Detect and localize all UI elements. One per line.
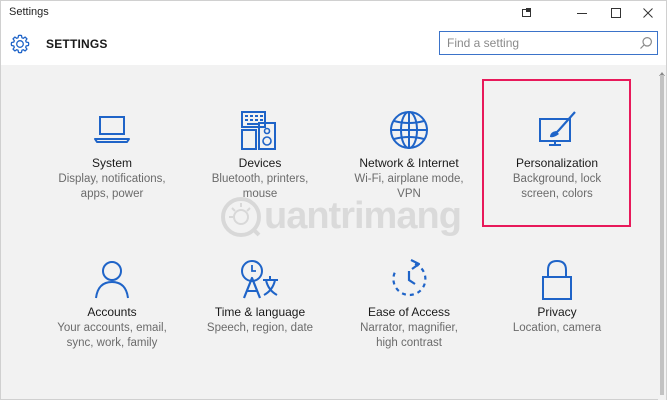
minimize-button[interactable] (564, 1, 600, 25)
maximize-icon (611, 8, 621, 18)
minimize-icon (577, 8, 587, 18)
tile-desc-line: Display, notifications, (58, 173, 166, 185)
tile-title: Network & Internet (359, 156, 459, 170)
tile-description: Wi-Fi, airplane mode, VPN (334, 172, 484, 202)
window-title: Settings (9, 6, 49, 18)
person-icon (90, 258, 134, 302)
title-bar[interactable]: Settings (1, 1, 666, 25)
tile-desc-line: Speech, region, date (206, 322, 314, 334)
tile-description: Display, notifications, apps, power (37, 172, 187, 202)
tile-desc-line: apps, power (80, 188, 144, 200)
tile-devices[interactable]: Devices Bluetooth, printers, mouse (185, 109, 335, 249)
tile-description: Your accounts, email, sync, work, family (37, 321, 187, 351)
lock-icon (535, 258, 579, 302)
tile-ease-of-access[interactable]: Ease of Access Narrator, magnifier, high… (334, 258, 484, 398)
tile-network-internet[interactable]: Network & Internet Wi-Fi, airplane mode,… (334, 109, 484, 249)
globe-icon (387, 109, 431, 153)
ease-of-access-icon (387, 258, 431, 302)
tile-title: Accounts (87, 305, 137, 319)
tile-accounts[interactable]: Accounts Your accounts, email, sync, wor… (37, 258, 187, 398)
tile-title: System (91, 156, 132, 170)
tile-desc-line: Your accounts, email, (57, 322, 167, 334)
tile-privacy[interactable]: Privacy Location, camera (482, 258, 632, 398)
tile-title: Ease of Access (367, 305, 451, 319)
app-header: SETTINGS (1, 25, 666, 65)
devices-icon (238, 109, 282, 153)
tile-title: Time & language (214, 305, 306, 319)
tile-system[interactable]: System Display, notifications, apps, pow… (37, 109, 187, 249)
tile-desc-line: Bluetooth, printers, (211, 173, 309, 185)
snap-icon (521, 7, 533, 19)
tile-description: Location, camera (482, 321, 632, 336)
tile-desc-line: Narrator, magnifier, (360, 322, 458, 334)
tile-description: Speech, region, date (185, 321, 335, 336)
tile-desc-line: Wi-Fi, airplane mode, (354, 173, 464, 185)
gear-icon (9, 33, 31, 55)
close-button[interactable] (630, 1, 666, 25)
search-icon[interactable] (639, 36, 653, 55)
scrollbar[interactable] (658, 65, 666, 400)
tile-time-language[interactable]: Time & language Speech, region, date (185, 258, 335, 398)
tile-description: Bluetooth, printers, mouse (185, 172, 335, 202)
tablet-mode-button[interactable] (509, 1, 545, 25)
scroll-up-icon[interactable] (658, 65, 666, 76)
search-box[interactable] (439, 31, 658, 55)
tile-desc-line: mouse (242, 188, 278, 200)
tile-title: Privacy (537, 305, 577, 319)
close-icon (643, 8, 653, 18)
maximize-button[interactable] (598, 1, 634, 25)
tile-description: Narrator, magnifier, high contrast (334, 321, 484, 351)
page-title: SETTINGS (46, 37, 108, 51)
tile-desc-line: sync, work, family (66, 337, 158, 349)
search-input[interactable] (440, 32, 630, 54)
time-language-icon (238, 258, 282, 302)
tile-title: Devices (238, 156, 282, 170)
tile-desc-line: Location, camera (512, 322, 602, 334)
tile-desc-line: VPN (397, 188, 421, 200)
highlight-box (482, 79, 631, 227)
scroll-thumb[interactable] (660, 75, 664, 395)
tile-desc-line: high contrast (376, 337, 442, 349)
laptop-icon (90, 109, 134, 153)
settings-window: Settings SETTINGS Find a setting uantrim… (0, 0, 667, 400)
